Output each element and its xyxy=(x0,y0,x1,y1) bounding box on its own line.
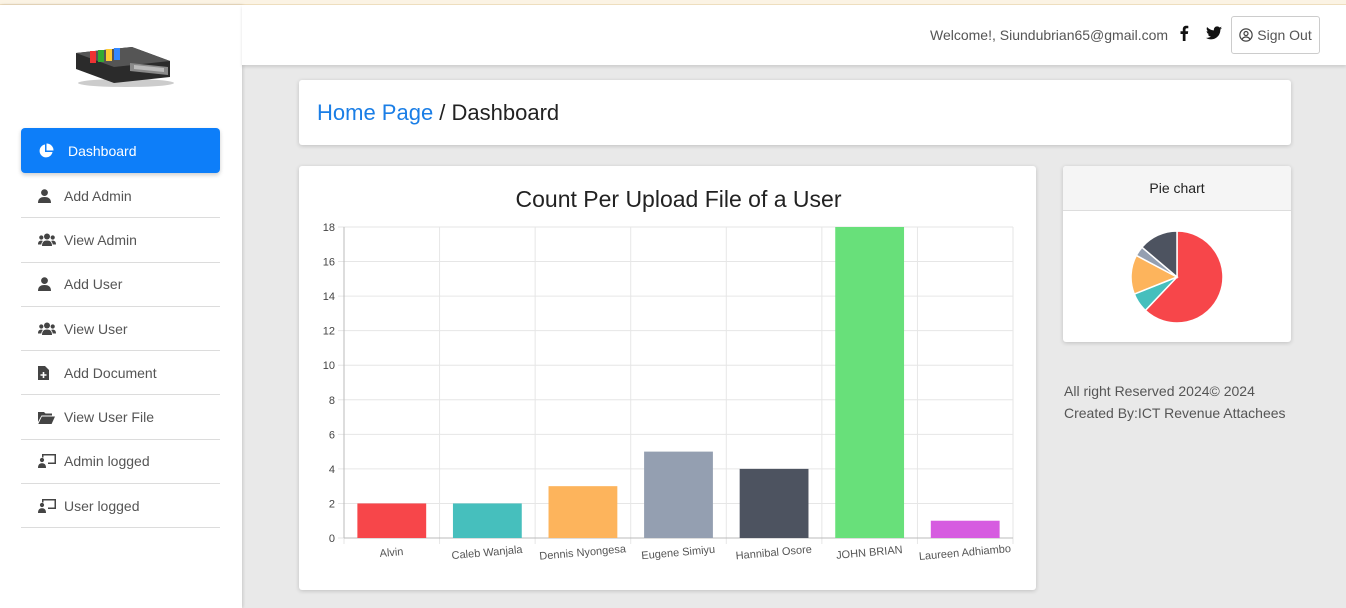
twitter-icon[interactable] xyxy=(1206,26,1222,40)
sidebar-item-admin-logged[interactable]: Admin logged xyxy=(21,440,220,485)
users-icon xyxy=(38,322,60,336)
bar-hannibal-osore[interactable] xyxy=(739,468,809,538)
y-tick-label: 0 xyxy=(329,533,335,545)
footer: All right Reserved 2024© 2024 Created By… xyxy=(1064,380,1286,424)
sidebar: Dashboard Add Admin View Admin Add User View… xyxy=(0,5,242,608)
x-tick-label: Laureen Adhiambo xyxy=(918,543,1011,563)
sidebar-nav: Dashboard Add Admin View Admin Add User View… xyxy=(21,128,220,529)
sidebar-item-label: View User File xyxy=(64,409,154,426)
y-tick-label: 18 xyxy=(323,222,335,234)
sidebar-item-label: Add Admin xyxy=(64,187,132,204)
y-tick-label: 2 xyxy=(329,498,335,510)
users-icon xyxy=(38,233,60,247)
pie-chart-icon xyxy=(38,143,60,159)
x-tick-label: Eugene Simiyu xyxy=(641,544,716,562)
breadcrumb-separator: / xyxy=(433,100,452,125)
bar-laureen-adhiambo[interactable] xyxy=(930,520,1000,538)
sidebar-item-user-logged[interactable]: User logged xyxy=(21,484,220,529)
x-tick-label: Hannibal Osore xyxy=(735,544,812,563)
user-icon xyxy=(38,188,60,203)
y-tick-label: 6 xyxy=(329,429,335,441)
sidebar-item-add-document[interactable]: Add Document xyxy=(21,351,220,396)
y-tick-label: 14 xyxy=(323,291,335,303)
y-tick-label: 12 xyxy=(323,326,335,338)
chalkboard-user-icon xyxy=(38,454,60,469)
breadcrumb-current: Dashboard xyxy=(451,100,560,125)
user-icon xyxy=(38,277,60,292)
bar-dennis-nyongesa[interactable] xyxy=(548,486,618,538)
sidebar-item-label: View User xyxy=(64,320,128,337)
x-tick-label: JOHN BRIAN xyxy=(836,544,903,562)
y-tick-label: 10 xyxy=(323,360,335,372)
sidebar-item-view-user[interactable]: View User xyxy=(21,307,220,352)
breadcrumb-home-link[interactable]: Home Page xyxy=(317,100,433,125)
bar-chart: Count Per Upload File of a User 0 2 4 6 8 10 12… xyxy=(323,186,1014,563)
footer-credits: Created By:ICT Revenue Attachees xyxy=(1064,405,1286,421)
bar-caleb-wanjala[interactable] xyxy=(452,503,522,538)
chalkboard-user-icon xyxy=(38,498,60,513)
sidebar-item-label: Admin logged xyxy=(64,453,150,470)
sidebar-item-view-user-file[interactable]: View User File xyxy=(21,395,220,440)
bar-chart-card: Count Per Upload File of a User 0 2 4 6 8 10 12… xyxy=(299,166,1036,590)
sign-out-label: Sign Out xyxy=(1257,27,1312,43)
y-tick-label: 4 xyxy=(329,464,335,476)
sidebar-item-view-admin[interactable]: View Admin xyxy=(21,218,220,263)
sidebar-item-label: Add Document xyxy=(64,364,157,381)
sidebar-item-dashboard[interactable]: Dashboard xyxy=(21,128,220,173)
footer-copyright: All right Reserved 2024© 2024 xyxy=(1064,383,1255,399)
pie-chart xyxy=(1130,230,1224,324)
x-tick-label: Caleb Wanjala xyxy=(451,544,524,562)
bar-john-brian[interactable] xyxy=(835,227,905,538)
sidebar-item-label: User logged xyxy=(64,497,140,514)
pie-card-title: Pie chart xyxy=(1063,166,1291,211)
x-tick-label: Alvin xyxy=(379,546,404,560)
sidebar-item-label: View Admin xyxy=(64,231,137,248)
sign-out-button[interactable]: Sign Out xyxy=(1231,16,1320,54)
y-tick-label: 8 xyxy=(329,395,335,407)
bar-eugene-simiyu[interactable] xyxy=(644,451,713,538)
y-tick-label: 16 xyxy=(323,257,335,269)
x-tick-label: Dennis Nyongesa xyxy=(539,543,627,563)
bar-alvin[interactable] xyxy=(357,503,427,538)
sidebar-item-add-admin[interactable]: Add Admin xyxy=(21,174,220,219)
user-circle-icon xyxy=(1239,28,1253,42)
sidebar-item-label: Add User xyxy=(64,276,123,293)
file-plus-icon xyxy=(38,365,60,380)
facebook-icon[interactable] xyxy=(1179,25,1189,41)
logo xyxy=(76,47,174,87)
chart-title: Count Per Upload File of a User xyxy=(516,186,842,212)
sidebar-item-label: Dashboard xyxy=(68,142,137,159)
sidebar-item-add-user[interactable]: Add User xyxy=(21,263,220,307)
pie-chart-card: Pie chart xyxy=(1063,166,1291,342)
folder-open-icon xyxy=(38,411,60,424)
top-bar: Welcome!, Siundubrian65@gmail.com Sign O… xyxy=(242,5,1346,65)
welcome-text: Welcome!, Siundubrian65@gmail.com xyxy=(930,27,1169,43)
breadcrumb: Home Page / Dashboard xyxy=(299,80,1291,145)
